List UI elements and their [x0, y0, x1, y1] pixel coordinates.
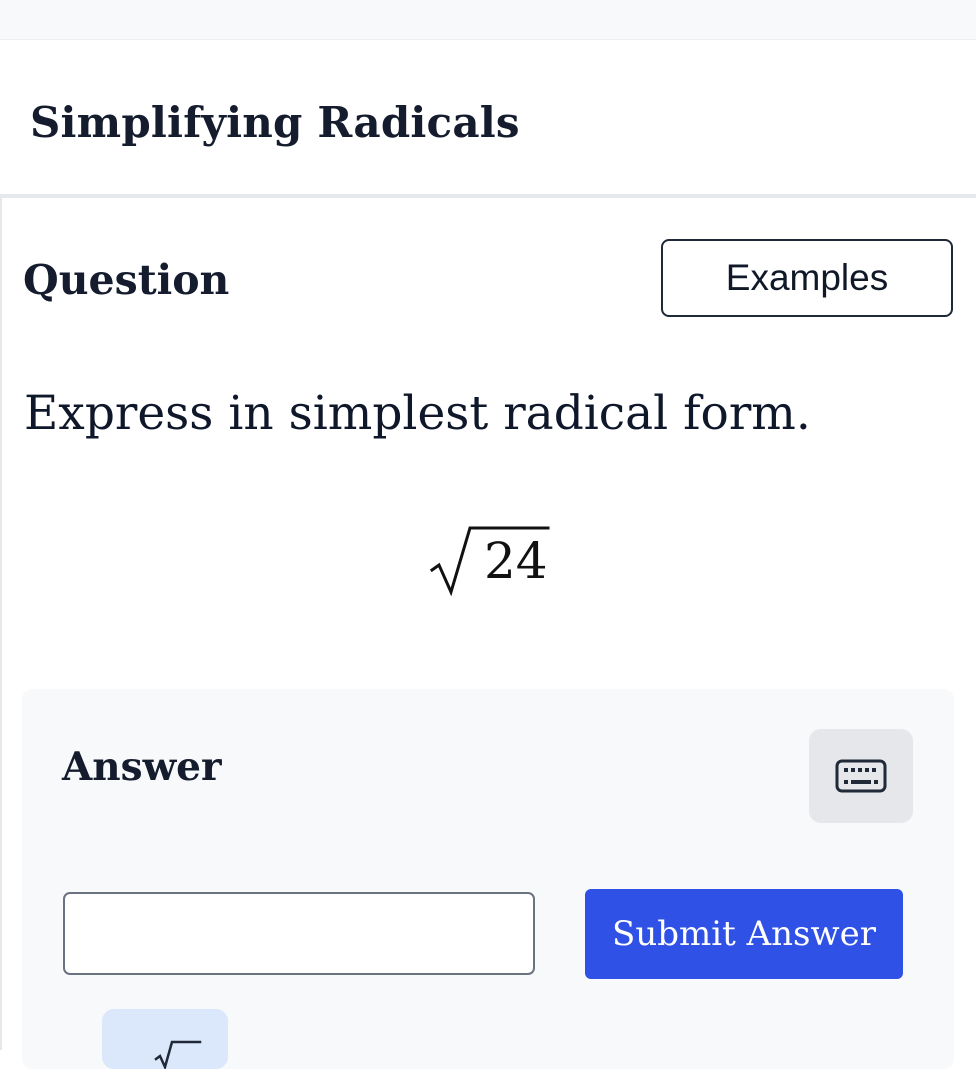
page-header: Simplifying Radicals — [0, 40, 976, 198]
page-title: Simplifying Radicals — [30, 98, 520, 147]
radical-expression: 24 — [420, 518, 560, 600]
top-strip — [0, 0, 976, 40]
answer-heading: Answer — [62, 744, 222, 790]
square-root-icon — [154, 1040, 202, 1069]
question-prompt: Express in simplest radical form. — [24, 386, 811, 441]
square-root-tool-button[interactable] — [102, 1009, 228, 1069]
left-divider — [0, 198, 2, 1050]
question-heading: Question — [23, 256, 230, 304]
answer-input[interactable] — [63, 892, 535, 975]
keyboard-icon — [835, 759, 887, 793]
keyboard-toggle-button[interactable] — [809, 729, 913, 823]
radicand: 24 — [484, 532, 548, 590]
examples-button[interactable]: Examples — [661, 239, 953, 317]
submit-answer-button[interactable]: Submit Answer — [585, 889, 903, 979]
